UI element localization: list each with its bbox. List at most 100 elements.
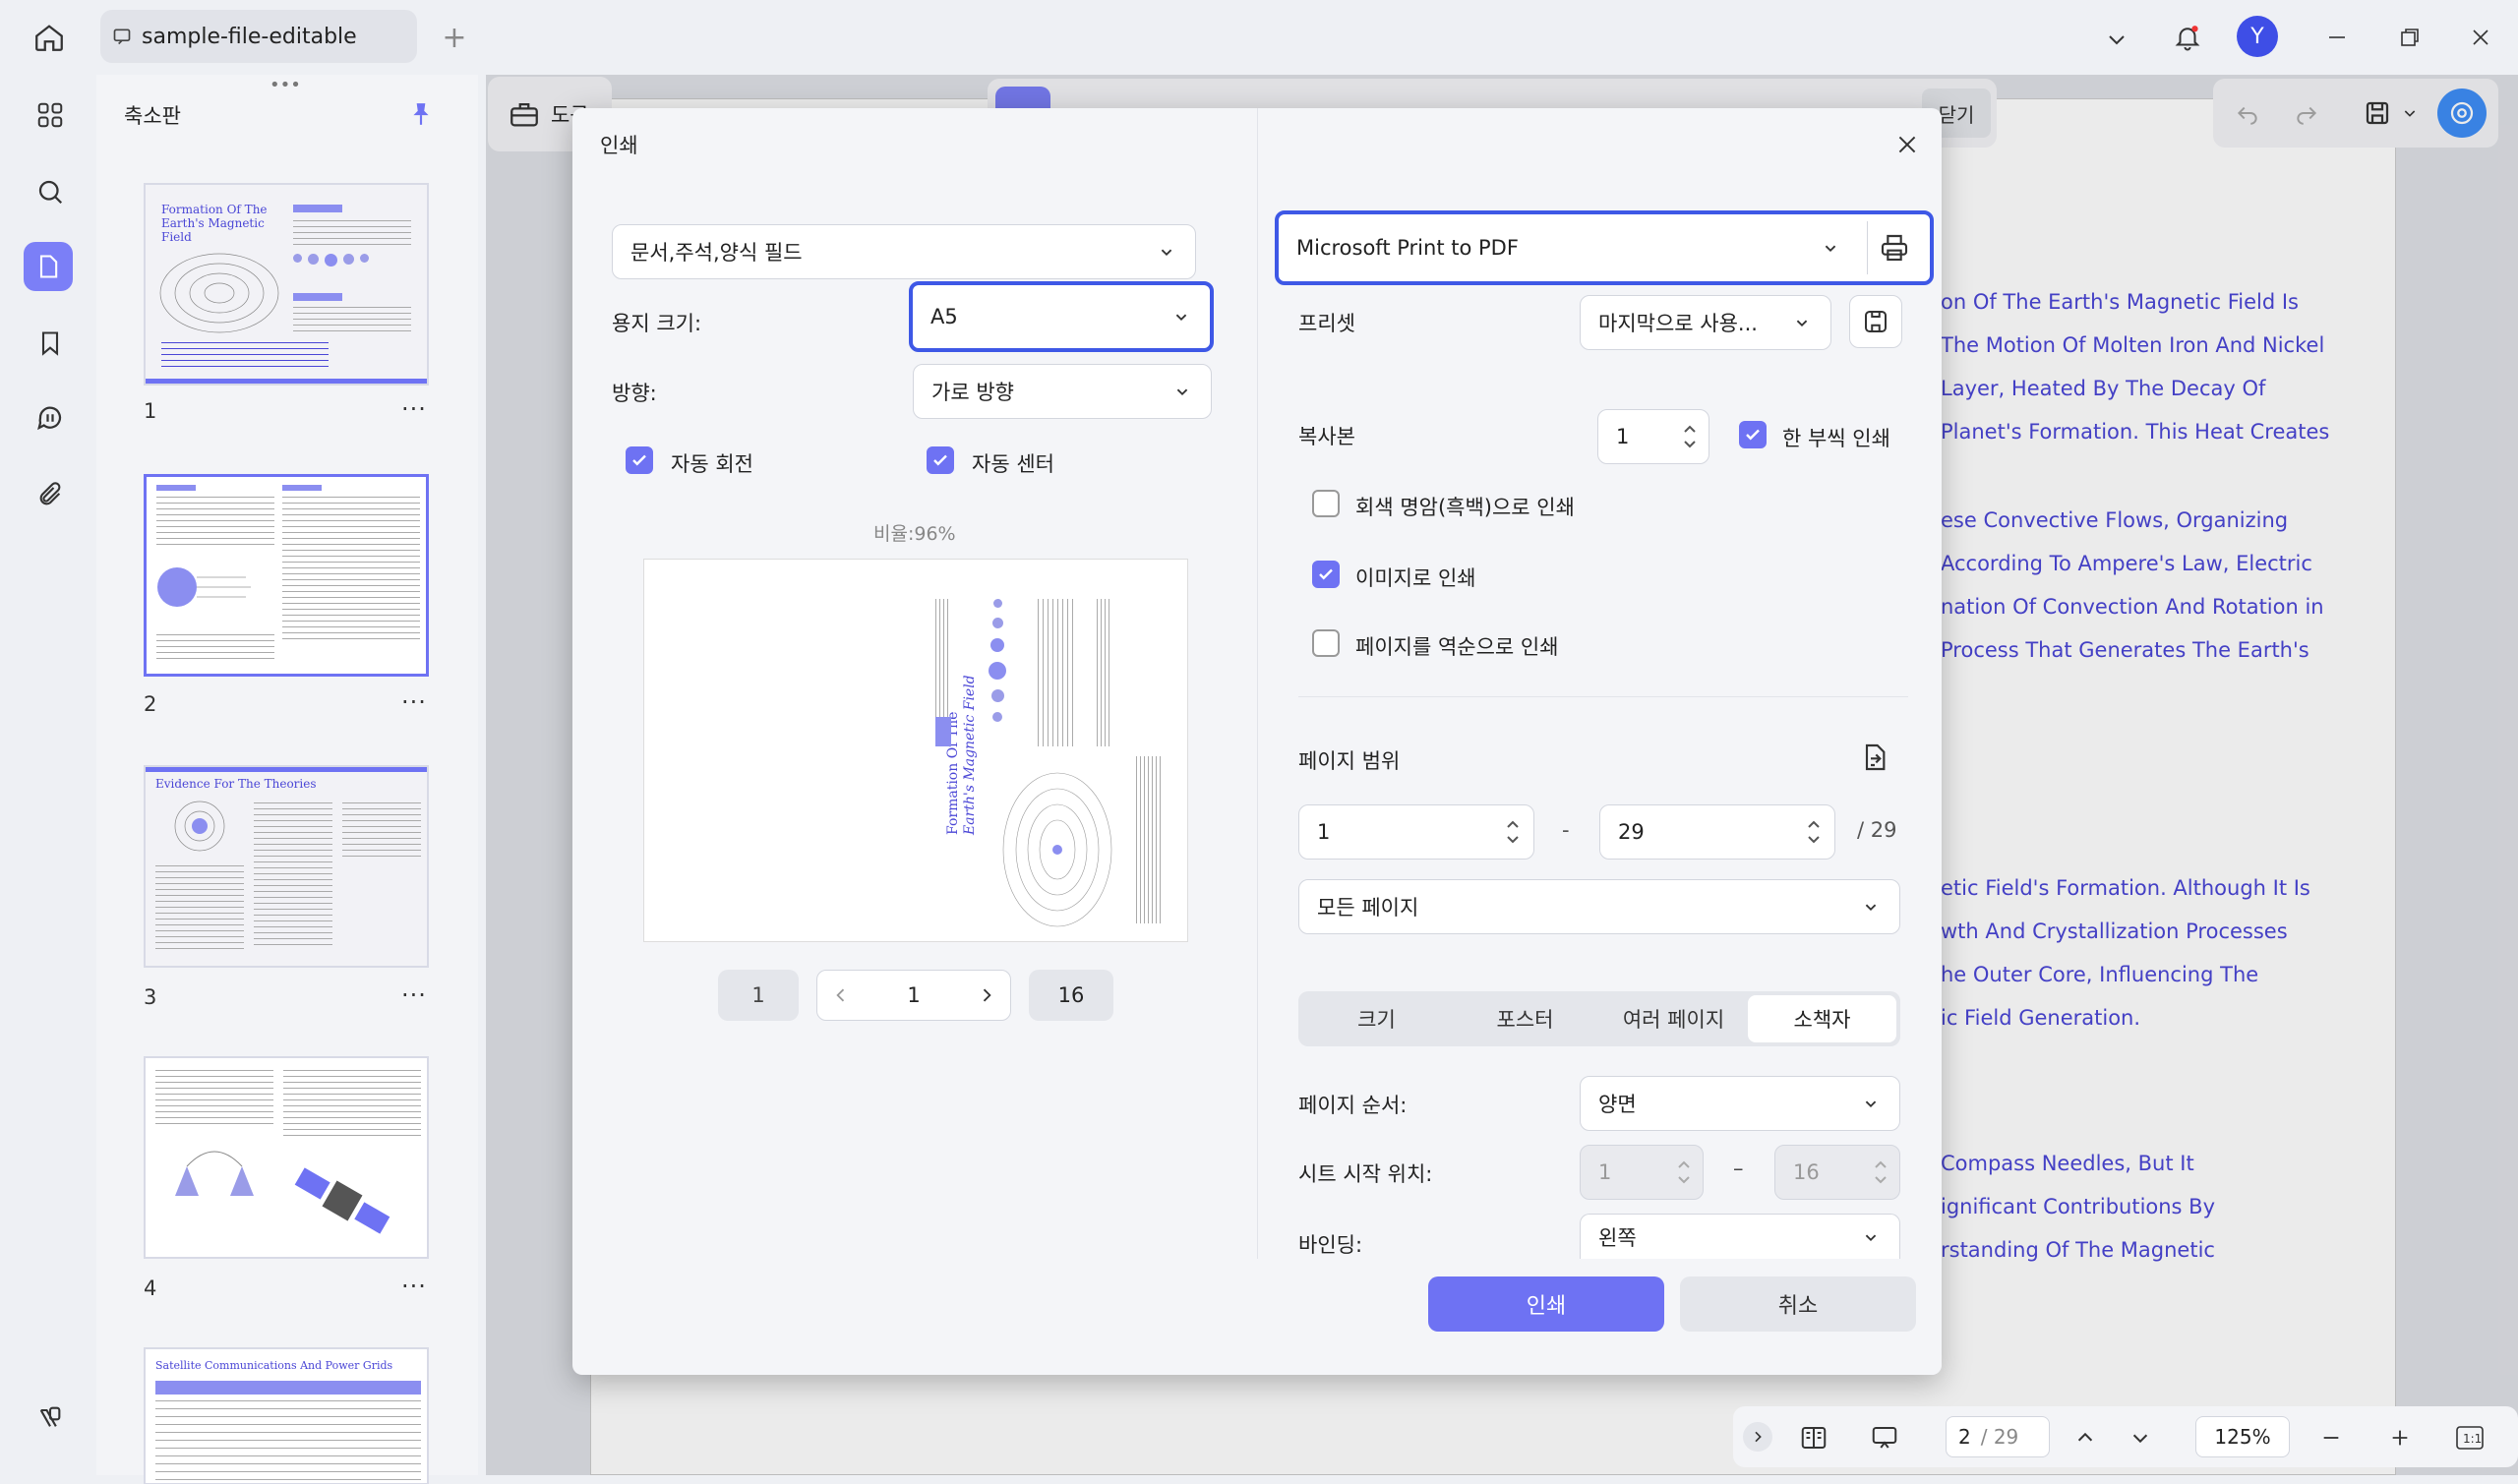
page-layout-icon[interactable] (1794, 1418, 1833, 1457)
chevron-down-icon (1865, 1234, 1877, 1241)
page-order-select[interactable]: 양면 (1580, 1076, 1900, 1131)
tab-poster[interactable]: 포스터 (1451, 995, 1599, 1042)
close-icon[interactable] (1888, 126, 1926, 163)
actual-size-icon[interactable]: 1:1 (2451, 1420, 2488, 1455)
stepper-icon[interactable] (1675, 1158, 1693, 1187)
prev-page-icon[interactable] (831, 985, 851, 1005)
printer-select[interactable]: Microsoft Print to PDF (1275, 210, 1934, 285)
presentation-icon[interactable] (1865, 1418, 1904, 1457)
tab-title: sample-file-editable (142, 24, 357, 49)
bell-icon[interactable] (2166, 16, 2209, 59)
printer-icon (1881, 234, 1907, 262)
zoom-in-icon[interactable] (2382, 1420, 2418, 1455)
copies-stepper[interactable]: 1 (1597, 409, 1709, 464)
chevron-down-icon (1176, 388, 1188, 396)
pin-icon[interactable] (403, 96, 439, 132)
thumbnail-page-3[interactable]: Evidence For The Theories (144, 765, 429, 968)
save-preset-button[interactable] (1849, 295, 1902, 348)
page-order-label: 페이지 순서: (1298, 1094, 1408, 1117)
tab-size[interactable]: 크기 (1302, 995, 1451, 1042)
drag-handle[interactable]: ••• (270, 75, 305, 95)
thumb-lines (156, 634, 274, 664)
sheet-from-value: 1 (1598, 1160, 1612, 1184)
title-bar: sample-file-editable + Y (0, 0, 2518, 75)
range-from-stepper[interactable]: 1 (1298, 804, 1534, 860)
printer-properties-button[interactable] (1867, 221, 1920, 274)
copies-value: 1 (1616, 425, 1630, 448)
sheet-to-stepper[interactable]: 16 (1774, 1145, 1900, 1200)
cancel-button[interactable]: 취소 (1680, 1276, 1916, 1332)
home-icon[interactable] (28, 18, 71, 57)
grayscale-checkbox[interactable] (1312, 490, 1340, 517)
restore-icon[interactable] (2390, 20, 2429, 55)
more-icon[interactable]: ··· (401, 981, 427, 1009)
more-icon[interactable]: ··· (401, 688, 427, 716)
bookmark-icon[interactable] (26, 319, 75, 368)
paper-size-select[interactable]: A5 (909, 281, 1214, 352)
attachment-icon[interactable] (26, 470, 75, 519)
reverse-order-checkbox[interactable] (1312, 629, 1340, 657)
thumb-footer (146, 379, 427, 384)
zoom-out-icon[interactable] (2313, 1420, 2349, 1455)
thumb-bar (282, 485, 322, 491)
thumbnail-number: 3 (144, 985, 157, 1009)
next-page-icon[interactable] (2123, 1420, 2158, 1455)
content-select-value: 문서,주석,양식 필드 (630, 241, 803, 265)
chevron-down-icon[interactable] (2097, 22, 2136, 57)
page-range-settings-icon[interactable] (1853, 736, 1896, 779)
thumb-heading: Satellite Communications And Power Grids (155, 1359, 393, 1372)
more-icon[interactable]: ··· (401, 1273, 427, 1300)
next-page-icon[interactable] (977, 985, 996, 1005)
close-window-icon[interactable] (2461, 20, 2500, 55)
range-to-stepper[interactable]: 29 (1599, 804, 1835, 860)
stepper-icon[interactable] (1805, 817, 1823, 847)
first-page-button[interactable]: 1 (718, 970, 799, 1021)
content-select[interactable]: 문서,주석,양식 필드 (612, 224, 1196, 279)
thumb-lines (254, 802, 332, 950)
prev-page-icon[interactable] (2068, 1420, 2103, 1455)
last-page-button[interactable]: 16 (1029, 970, 1113, 1021)
comment-icon[interactable] (26, 393, 75, 443)
thumbnail-page-2[interactable] (144, 474, 429, 677)
document-tab[interactable]: sample-file-editable (100, 10, 417, 63)
print-dialog: 인쇄 문서,주석,양식 필드 용지 크기: A5 방향: 가로 방향 자동 회전… (572, 108, 1942, 1375)
sheet-start-label: 시트 시작 위치: (1298, 1162, 1433, 1186)
apps-icon[interactable] (26, 90, 75, 140)
range-mode-select[interactable]: 모든 페이지 (1298, 879, 1900, 934)
stepper-icon[interactable] (1504, 817, 1522, 847)
layers-icon[interactable] (26, 1393, 75, 1442)
tab-booklet[interactable]: 소책자 (1748, 995, 1896, 1042)
sheet-from-stepper[interactable]: 1 (1580, 1145, 1704, 1200)
auto-center-checkbox[interactable] (927, 446, 954, 474)
thumb-lines (161, 342, 329, 372)
page-number-input[interactable]: 2 / 29 (1946, 1416, 2050, 1457)
auto-rotate-checkbox[interactable] (626, 446, 653, 474)
thumbnail-page-5[interactable]: Satellite Communications And Power Grids (144, 1347, 429, 1484)
new-tab-button[interactable]: + (435, 20, 474, 55)
zoom-level[interactable]: 125% (2195, 1416, 2290, 1457)
page-navigator: 1 (816, 970, 1011, 1021)
orientation-select[interactable]: 가로 방향 (913, 364, 1212, 419)
print-button[interactable]: 인쇄 (1428, 1276, 1664, 1332)
more-icon[interactable]: ··· (401, 395, 427, 423)
thumb-lines (156, 497, 274, 546)
thumbnails-icon[interactable] (24, 242, 73, 291)
stepper-icon[interactable] (1872, 1158, 1889, 1187)
binding-select[interactable]: 왼쪽 (1580, 1214, 1900, 1259)
left-rail (8, 75, 92, 1475)
thumbnail-page-4[interactable] (144, 1056, 429, 1259)
thumb-lines (293, 307, 411, 336)
tab-multiple-pages[interactable]: 여러 페이지 (1599, 995, 1748, 1042)
preset-select[interactable]: 마지막으로 사용... (1580, 295, 1831, 350)
save-icon (1865, 311, 1887, 332)
stepper-icon[interactable] (1681, 422, 1699, 451)
minimize-icon[interactable] (2317, 20, 2357, 55)
thumbnail-page-1[interactable]: Formation Of The Earth's Magnetic Field (144, 183, 429, 386)
collapse-toolbar-icon[interactable] (1743, 1422, 1772, 1452)
search-icon[interactable] (26, 167, 75, 216)
avatar[interactable]: Y (2237, 16, 2278, 57)
current-preview-page[interactable]: 1 (907, 983, 920, 1007)
print-as-image-checkbox[interactable] (1312, 561, 1340, 588)
range-mode-value: 모든 페이지 (1317, 896, 1419, 920)
collate-checkbox[interactable] (1739, 421, 1767, 448)
